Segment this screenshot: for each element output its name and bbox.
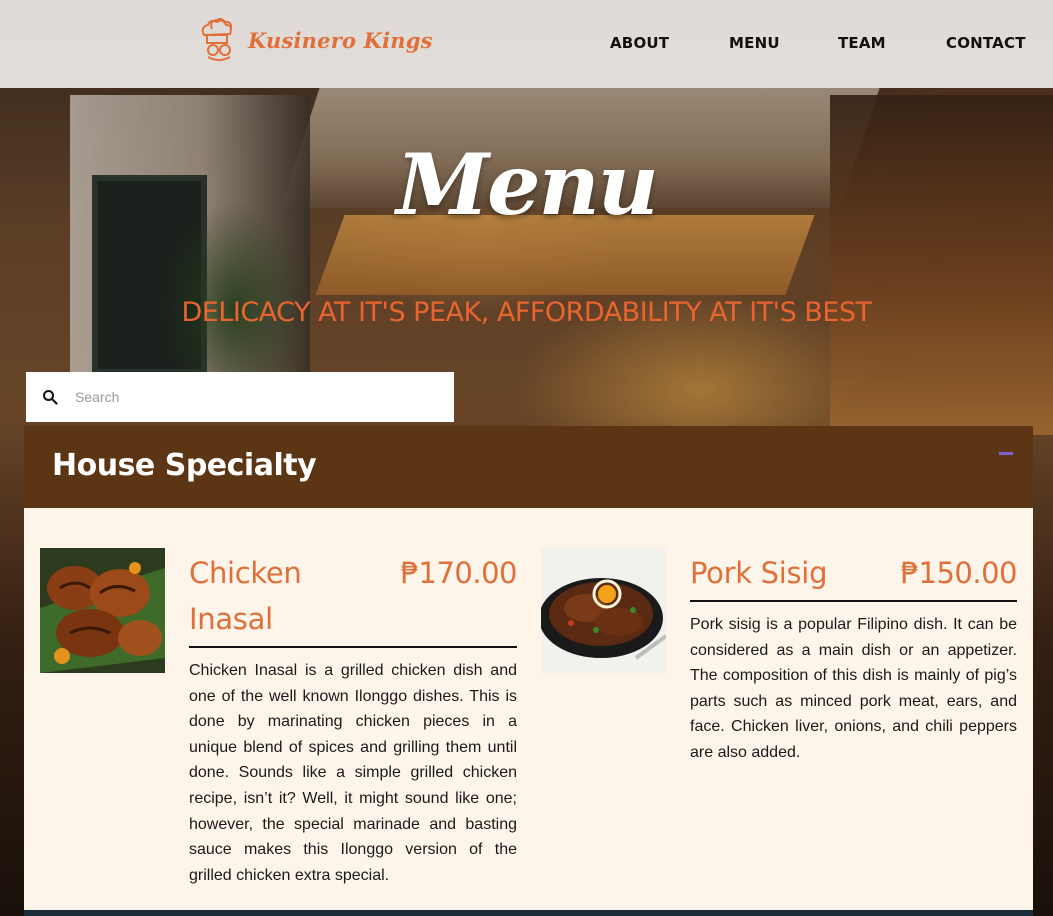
search-bar — [26, 372, 454, 422]
item-header: Pork Sisig ₱150.00 — [690, 550, 1018, 602]
item-description: Chicken Inasal is a grilled chicken dish… — [189, 662, 517, 884]
item-name: Pork Sisig — [690, 556, 828, 590]
category-title: House Specialty — [52, 448, 317, 483]
nav-link-about[interactable]: ABOUT — [610, 34, 669, 52]
search-input[interactable] — [75, 389, 435, 405]
pork-sisig-image — [541, 548, 666, 673]
item-price: ₱150.00 — [900, 556, 1018, 590]
item-header: Chicken Inasal ₱170.00 — [189, 550, 518, 648]
item-price: ₱170.00 — [400, 556, 518, 590]
top-navbar: Kusinero Kings ABOUT MENU TEAM CONTACT — [0, 0, 1053, 88]
page-title: Menu — [396, 135, 659, 234]
page-bottom-edge — [24, 910, 1033, 916]
nav-link-menu[interactable]: MENU — [729, 34, 780, 52]
nav-link-contact[interactable]: CONTACT — [946, 34, 1026, 52]
main-nav: ABOUT MENU TEAM CONTACT — [0, 34, 1053, 56]
item-description: Pork sisig is a popular Filipino dish. I… — [690, 616, 1017, 761]
nav-link-team[interactable]: TEAM — [838, 34, 886, 52]
search-icon[interactable] — [42, 389, 58, 405]
chicken-inasal-image — [40, 548, 165, 673]
item-name: Chicken Inasal — [189, 556, 302, 636]
page-tagline: DELICACY AT IT'S PEAK, AFFORDABILITY AT … — [181, 297, 872, 328]
minus-icon[interactable] — [999, 452, 1013, 455]
category-header[interactable]: House Specialty — [24, 426, 1033, 508]
